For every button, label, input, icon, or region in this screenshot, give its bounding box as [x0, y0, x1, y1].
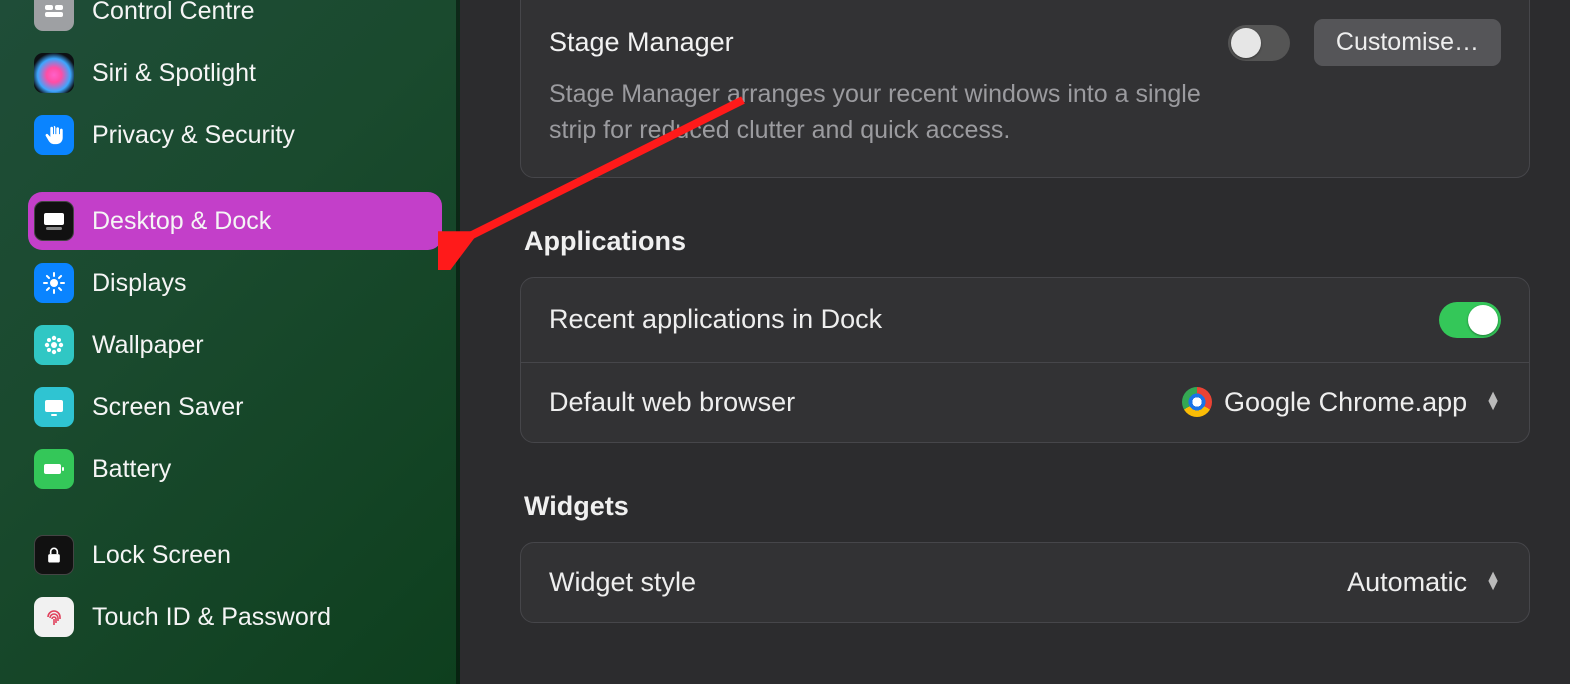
settings-content: Stage Manager Customise… Stage Manager a… — [460, 0, 1570, 684]
default-browser-value: Google Chrome.app — [1224, 387, 1467, 418]
sidebar-item-label: Touch ID & Password — [92, 603, 331, 632]
widget-style-label: Widget style — [549, 567, 1347, 598]
widget-style-value: Automatic — [1347, 567, 1467, 598]
fingerprint-icon — [34, 597, 74, 637]
stage-manager-card: Stage Manager Customise… Stage Manager a… — [520, 0, 1530, 178]
sidebar-item-siri[interactable]: Siri & Spotlight — [28, 44, 442, 102]
sidebar-item-label: Privacy & Security — [92, 121, 295, 150]
widget-style-row: Widget style Automatic ▲▼ — [521, 543, 1529, 622]
recent-apps-row: Recent applications in Dock — [521, 278, 1529, 363]
sidebar-item-label: Displays — [92, 269, 186, 298]
default-browser-select[interactable]: Google Chrome.app ▲▼ — [1182, 387, 1501, 418]
applications-header: Applications — [524, 226, 1530, 257]
recent-apps-toggle[interactable] — [1439, 302, 1501, 338]
applications-card: Recent applications in Dock Default web … — [520, 277, 1530, 443]
customise-button[interactable]: Customise… — [1314, 19, 1501, 66]
sun-icon — [34, 263, 74, 303]
hand-icon — [34, 115, 74, 155]
screensaver-icon — [34, 387, 74, 427]
stage-manager-description: Stage Manager arranges your recent windo… — [549, 76, 1209, 149]
sidebar-item-displays[interactable]: Displays — [28, 254, 442, 312]
widget-style-select[interactable]: Automatic ▲▼ — [1347, 567, 1501, 598]
sidebar-item-label: Wallpaper — [92, 331, 204, 360]
sidebar-item-control-centre[interactable]: Control Centre — [28, 0, 442, 40]
settings-sidebar: Control Centre Siri & Spotlight Privacy … — [0, 0, 460, 684]
lock-icon — [34, 535, 74, 575]
sidebar-item-wallpaper[interactable]: Wallpaper — [28, 316, 442, 374]
chrome-icon — [1182, 387, 1212, 417]
sidebar-item-touchid[interactable]: Touch ID & Password — [28, 588, 442, 646]
siri-icon — [34, 53, 74, 93]
stage-manager-title: Stage Manager — [549, 27, 1204, 58]
sidebar-item-label: Screen Saver — [92, 393, 243, 422]
widgets-header: Widgets — [524, 491, 1530, 522]
sidebar-item-desktop-dock[interactable]: Desktop & Dock — [28, 192, 442, 250]
control-centre-icon — [34, 0, 74, 31]
chevron-up-down-icon: ▲▼ — [1485, 573, 1501, 591]
sidebar-item-screensaver[interactable]: Screen Saver — [28, 378, 442, 436]
sidebar-item-label: Control Centre — [92, 0, 255, 26]
sidebar-item-label: Desktop & Dock — [92, 207, 271, 236]
flower-icon — [34, 325, 74, 365]
sidebar-item-lock-screen[interactable]: Lock Screen — [28, 526, 442, 584]
sidebar-item-battery[interactable]: Battery — [28, 440, 442, 498]
chevron-up-down-icon: ▲▼ — [1485, 393, 1501, 411]
sidebar-item-label: Lock Screen — [92, 541, 231, 570]
stage-manager-toggle[interactable] — [1228, 25, 1290, 61]
default-browser-label: Default web browser — [549, 387, 1182, 418]
default-browser-row: Default web browser Google Chrome.app ▲▼ — [521, 363, 1529, 442]
widgets-card: Widget style Automatic ▲▼ — [520, 542, 1530, 623]
sidebar-item-label: Battery — [92, 455, 171, 484]
recent-apps-label: Recent applications in Dock — [549, 304, 1439, 335]
dock-icon — [34, 201, 74, 241]
sidebar-item-label: Siri & Spotlight — [92, 59, 256, 88]
battery-icon — [34, 449, 74, 489]
sidebar-item-privacy[interactable]: Privacy & Security — [28, 106, 442, 164]
